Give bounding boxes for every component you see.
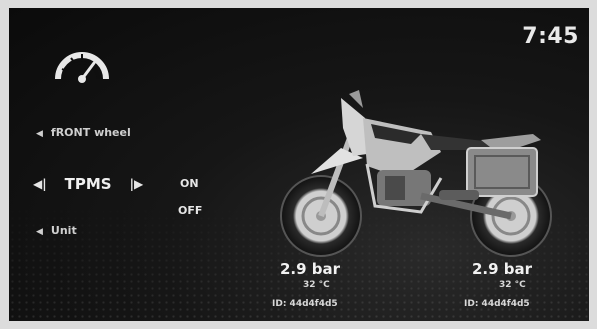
rear-tire-pressure: 2.9 bar xyxy=(472,260,533,278)
tpms-on-option[interactable]: ON xyxy=(180,177,199,190)
tpms-label: TPMS xyxy=(64,175,112,193)
menu-item-unit[interactable]: ◀ Unit xyxy=(36,224,77,237)
tpms-selector[interactable]: ◀| TPMS |▶ xyxy=(33,173,143,195)
front-tire-id: ID: 44d4f4d5 xyxy=(272,299,338,309)
rear-tire-id: ID: 44d4f4d5 xyxy=(464,299,530,309)
motorcycle-image xyxy=(280,90,552,257)
display-frame: 7:45 ◀ fRONT wheel ◀| TPMS |▶ ON OFF ◀ Uni… xyxy=(0,0,597,329)
clock: 7:45 xyxy=(522,24,579,49)
skip-forward-icon[interactable]: |▶ xyxy=(130,177,144,191)
skip-back-icon[interactable]: ◀| xyxy=(33,177,47,191)
triangle-left-icon: ◀ xyxy=(36,129,43,139)
tpms-off-option[interactable]: OFF xyxy=(178,204,202,217)
rear-tire-temp: 32 °C xyxy=(499,280,526,290)
menu-item-front-wheel[interactable]: ◀ fRONT wheel xyxy=(36,126,131,139)
unit-label: Unit xyxy=(50,224,77,237)
front-tire-pressure: 2.9 bar xyxy=(280,260,341,278)
dashboard-screen: 7:45 ◀ fRONT wheel ◀| TPMS |▶ ON OFF ◀ Uni… xyxy=(9,8,589,321)
triangle-left-icon: ◀ xyxy=(36,227,43,237)
speedometer-icon[interactable] xyxy=(52,45,112,87)
front-wheel-label: fRONT wheel xyxy=(50,126,131,139)
front-tire-temp: 32 °C xyxy=(303,280,330,290)
